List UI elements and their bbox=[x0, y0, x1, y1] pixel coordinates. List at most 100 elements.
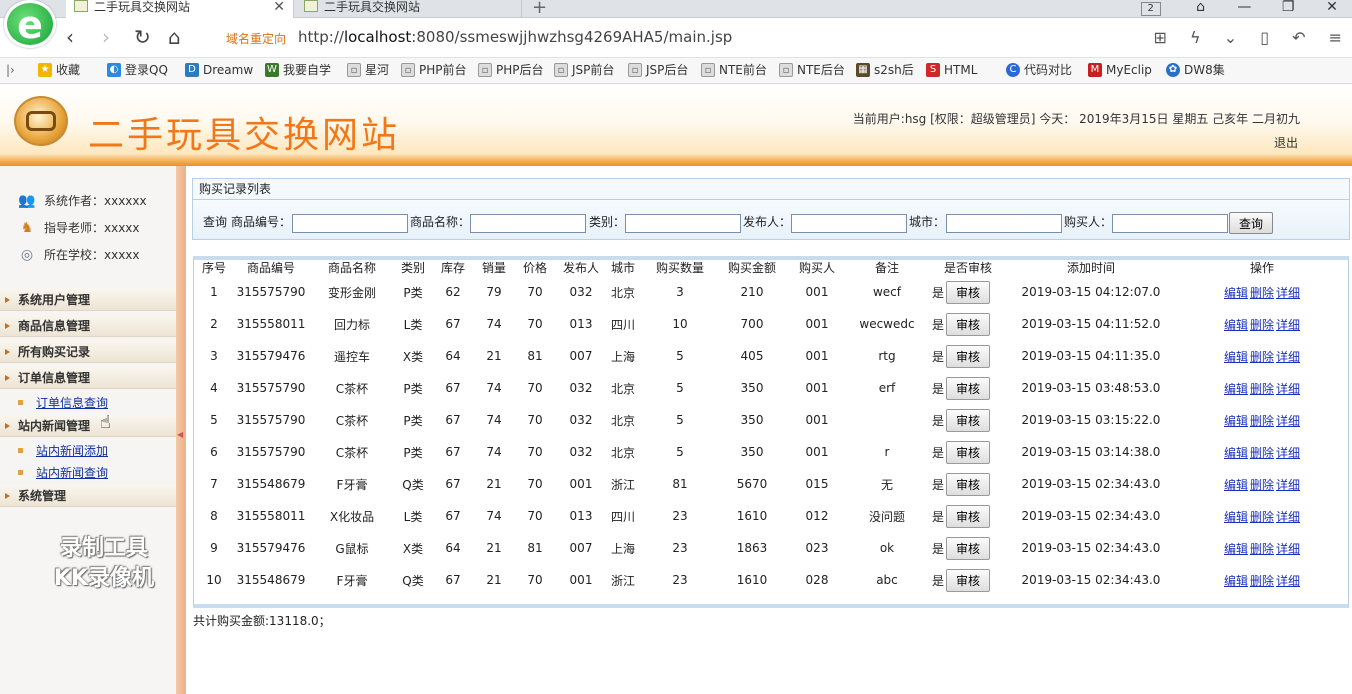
home-icon[interactable]: ⌂ bbox=[168, 26, 181, 48]
detail-link[interactable]: 详细 bbox=[1276, 414, 1300, 428]
bookmark-item[interactable]: M MyEclip bbox=[1088, 62, 1152, 78]
delete-link[interactable]: 删除 bbox=[1250, 478, 1274, 492]
buyer-input[interactable] bbox=[1112, 214, 1228, 233]
menu-news-management[interactable]: 站内新闻管理 bbox=[0, 415, 176, 437]
bookmark-item[interactable]: ▫ NTE后台 bbox=[779, 62, 845, 78]
back-icon[interactable]: ‹ bbox=[66, 26, 74, 48]
menu-order-management[interactable]: 订单信息管理 bbox=[0, 367, 176, 389]
bookmark-item[interactable]: ◐ 登录QQ bbox=[107, 62, 168, 78]
bookmark-item[interactable]: ▫ PHP前台 bbox=[401, 62, 467, 78]
detail-link[interactable]: 详细 bbox=[1276, 318, 1300, 332]
audit-button[interactable]: 审核 bbox=[946, 312, 991, 336]
new-tab-button[interactable]: + bbox=[532, 0, 547, 18]
shirt-icon[interactable]: ⌂ bbox=[1181, 0, 1221, 14]
browser-tab-inactive[interactable]: 二手玩具交换网站 bbox=[296, 0, 522, 18]
bookmark-item[interactable]: ▫ JSP前台 bbox=[554, 62, 614, 78]
product-code-input[interactable] bbox=[292, 214, 408, 233]
edit-link[interactable]: 编辑 bbox=[1224, 446, 1248, 460]
delete-link[interactable]: 删除 bbox=[1250, 414, 1274, 428]
edit-link[interactable]: 编辑 bbox=[1224, 414, 1248, 428]
bookmark-item[interactable]: C 代码对比 bbox=[1006, 62, 1072, 78]
delete-link[interactable]: 删除 bbox=[1250, 382, 1274, 396]
category-input[interactable] bbox=[625, 214, 741, 233]
delete-link[interactable]: 删除 bbox=[1250, 318, 1274, 332]
bookmark-item[interactable]: ▫ 星河 bbox=[347, 62, 389, 78]
submenu-news-query[interactable]: 站内新闻查询 bbox=[17, 465, 108, 481]
delete-link[interactable]: 删除 bbox=[1250, 574, 1274, 588]
close-window-icon[interactable]: ✕ bbox=[1312, 0, 1352, 14]
refresh-icon[interactable]: ↻ bbox=[134, 26, 151, 48]
menu-user-management[interactable]: 系统用户管理 bbox=[0, 289, 176, 311]
grid-icon[interactable]: ⊞ bbox=[1154, 28, 1167, 47]
audit-button[interactable]: 审核 bbox=[946, 344, 991, 368]
tab-count-badge[interactable]: 2 bbox=[1140, 2, 1161, 16]
browser-tab-active[interactable]: 二手玩具交换网站 ✕ bbox=[66, 0, 294, 18]
city-input[interactable] bbox=[946, 214, 1062, 233]
submenu-news-add[interactable]: 站内新闻添加 bbox=[17, 443, 108, 459]
audit-button[interactable]: 审核 bbox=[946, 376, 991, 400]
audit-button[interactable]: 审核 bbox=[946, 472, 991, 496]
close-tab-icon[interactable]: ✕ bbox=[273, 0, 285, 14]
collapse-arrow-icon[interactable]: ◀ bbox=[177, 430, 183, 439]
chevron-down-icon[interactable]: ⌄ bbox=[1224, 28, 1237, 47]
menu-purchase-records[interactable]: 所有购买记录 bbox=[0, 341, 176, 363]
sidebar-divider[interactable]: ◀ bbox=[176, 166, 186, 694]
detail-link[interactable]: 详细 bbox=[1276, 382, 1300, 396]
search-button[interactable]: 查询 bbox=[1229, 212, 1273, 234]
detail-link[interactable]: 详细 bbox=[1276, 510, 1300, 524]
delete-link[interactable]: 删除 bbox=[1250, 542, 1274, 556]
column-header: 商品编号 bbox=[246, 261, 295, 275]
bookmark-item[interactable]: ▫ NTE前台 bbox=[701, 62, 767, 78]
product-name-input[interactable] bbox=[470, 214, 586, 233]
audit-button[interactable]: 审核 bbox=[946, 408, 991, 432]
bookmark-item[interactable]: ✿ DW8集 bbox=[1166, 62, 1225, 78]
audit-button[interactable]: 审核 bbox=[946, 536, 991, 560]
table-cell: L类 bbox=[403, 509, 423, 524]
restore-icon[interactable]: ❐ bbox=[1268, 0, 1308, 14]
minimize-icon[interactable]: — bbox=[1224, 0, 1264, 14]
bookmark-item[interactable]: S HTML bbox=[926, 62, 977, 78]
delete-link[interactable]: 删除 bbox=[1250, 510, 1274, 524]
edit-link[interactable]: 编辑 bbox=[1224, 382, 1248, 396]
bookmark-item[interactable]: ▫ PHP后台 bbox=[478, 62, 544, 78]
bookmark-item[interactable]: W 我要自学 bbox=[265, 62, 331, 78]
audit-button[interactable]: 审核 bbox=[946, 280, 991, 304]
detail-link[interactable]: 详细 bbox=[1276, 542, 1300, 556]
edit-link[interactable]: 编辑 bbox=[1224, 350, 1248, 364]
submenu-order-query[interactable]: 订单信息查询 bbox=[17, 395, 108, 411]
edit-link[interactable]: 编辑 bbox=[1224, 574, 1248, 588]
audit-button[interactable]: 审核 bbox=[946, 440, 991, 464]
bookmark-item[interactable]: ★ 收藏 bbox=[38, 62, 80, 78]
bookmark-item[interactable]: ▫ JSP后台 bbox=[628, 62, 688, 78]
menu-system-management[interactable]: 系统管理 bbox=[0, 485, 176, 507]
detail-link[interactable]: 详细 bbox=[1276, 478, 1300, 492]
table-cell: 001 bbox=[805, 317, 829, 331]
sidebar-toggle-icon[interactable]: |› bbox=[6, 62, 15, 78]
edit-link[interactable]: 编辑 bbox=[1224, 286, 1248, 300]
detail-link[interactable]: 详细 bbox=[1276, 350, 1300, 364]
detail-link[interactable]: 详细 bbox=[1276, 446, 1300, 460]
detail-link[interactable]: 详细 bbox=[1276, 574, 1300, 588]
edit-link[interactable]: 编辑 bbox=[1224, 542, 1248, 556]
publisher-input[interactable] bbox=[791, 214, 907, 233]
delete-link[interactable]: 删除 bbox=[1250, 286, 1274, 300]
undo-icon[interactable]: ↶ bbox=[1292, 28, 1305, 47]
edit-link[interactable]: 编辑 bbox=[1224, 318, 1248, 332]
edit-link[interactable]: 编辑 bbox=[1224, 510, 1248, 524]
bookmark-item[interactable]: D Dreamw bbox=[185, 62, 253, 78]
bookmark-item[interactable]: ▦ s2sh后 bbox=[856, 62, 914, 78]
logout-link[interactable]: 退出 bbox=[1274, 134, 1298, 151]
address-bar[interactable]: http://localhost:8080/ssmeswjjhwzhsg4269… bbox=[298, 28, 732, 46]
lightning-icon[interactable]: ϟ bbox=[1190, 28, 1201, 47]
bookmark-icon[interactable]: ▯ bbox=[1260, 28, 1269, 47]
delete-link[interactable]: 删除 bbox=[1250, 350, 1274, 364]
menu-product-management[interactable]: 商品信息管理 bbox=[0, 315, 176, 337]
delete-link[interactable]: 删除 bbox=[1250, 446, 1274, 460]
audit-button[interactable]: 审核 bbox=[946, 504, 991, 528]
audit-button[interactable]: 审核 bbox=[946, 568, 991, 592]
detail-link[interactable]: 详细 bbox=[1276, 286, 1300, 300]
menu-icon[interactable]: ≡ bbox=[1329, 28, 1342, 47]
forward-icon[interactable]: › bbox=[102, 26, 110, 48]
redirect-label[interactable]: 域名重定向 bbox=[226, 30, 286, 47]
edit-link[interactable]: 编辑 bbox=[1224, 478, 1248, 492]
